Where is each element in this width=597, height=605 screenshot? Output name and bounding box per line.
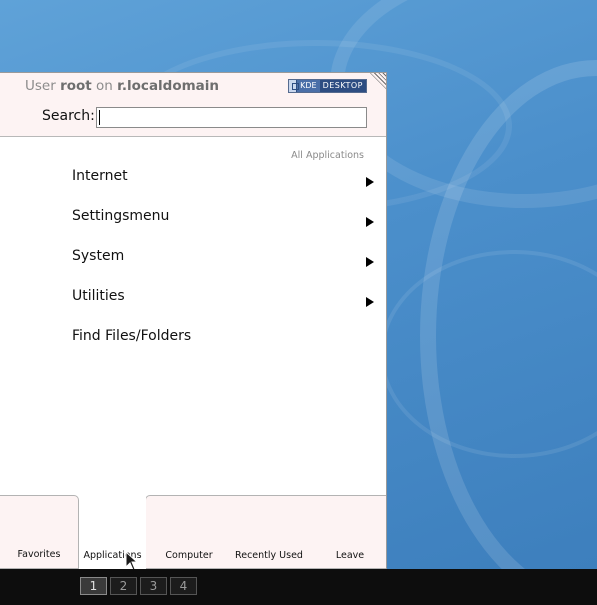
wallpaper-swirl (380, 250, 597, 458)
tab-favorites[interactable]: Favorites (0, 495, 79, 569)
menu-item-label: Find Files/Folders (72, 328, 192, 344)
tab-label: Leave (335, 550, 365, 561)
submenu-arrow-icon (366, 217, 374, 227)
mouse-pointer-icon (125, 551, 139, 571)
search-label: Search: (42, 108, 95, 124)
submenu-arrow-icon (366, 257, 374, 267)
on-text: on (96, 78, 113, 94)
pager-desktop-4[interactable]: 4 (170, 577, 197, 595)
menu-item-label: Internet (72, 168, 128, 184)
kde-logo-icon (289, 80, 300, 92)
tab-recently-used[interactable]: Recently Used (228, 495, 310, 569)
kde-panel: 1 2 3 4 (0, 569, 597, 605)
tab-leave[interactable]: Leave (310, 495, 390, 569)
desktop-pager: 1 2 3 4 (80, 577, 200, 595)
tab-label: Recently Used (235, 550, 303, 561)
menu-item-label: System (72, 248, 125, 264)
menu-item-system[interactable]: System (0, 248, 386, 288)
kde-badge-right: DESKTOP (322, 81, 363, 90)
menu-item-label: Utilities (72, 288, 125, 304)
breadcrumb[interactable]: All Applications (291, 150, 364, 161)
pager-desktop-3[interactable]: 3 (140, 577, 167, 595)
kde-desktop-logo: KDE DESKTOP (288, 79, 367, 93)
pager-desktop-2[interactable]: 2 (110, 577, 137, 595)
kde-badge-left: KDE (297, 80, 320, 92)
menu-item-label: Settingsmenu (72, 208, 170, 224)
submenu-arrow-icon (366, 177, 374, 187)
user-prefix: User (25, 78, 56, 94)
menu-item-settingsmenu[interactable]: Settingsmenu (0, 208, 386, 248)
username: root (60, 78, 92, 94)
submenu-arrow-icon (366, 297, 374, 307)
kickoff-tab-bar: Favorites Applications Computer Recently… (0, 495, 386, 569)
search-input[interactable] (96, 107, 367, 128)
user-info: User root on r.localdomain (25, 78, 219, 94)
kickoff-menu: User root on r.localdomain KDE DESKTOP S… (0, 72, 387, 569)
hostname: r.localdomain (117, 78, 220, 94)
pager-desktop-1[interactable]: 1 (80, 577, 107, 595)
menu-item-utilities[interactable]: Utilities (0, 288, 386, 328)
menu-header: User root on r.localdomain KDE DESKTOP S… (0, 73, 386, 137)
text-caret (99, 110, 100, 125)
menu-item-internet[interactable]: Internet (0, 168, 386, 208)
resize-grip-icon[interactable] (370, 73, 386, 89)
tab-label: Favorites (17, 549, 61, 560)
menu-item-find-files[interactable]: Find Files/Folders (0, 328, 386, 368)
tab-computer[interactable]: Computer (150, 495, 228, 569)
tab-label: Computer (165, 550, 213, 561)
